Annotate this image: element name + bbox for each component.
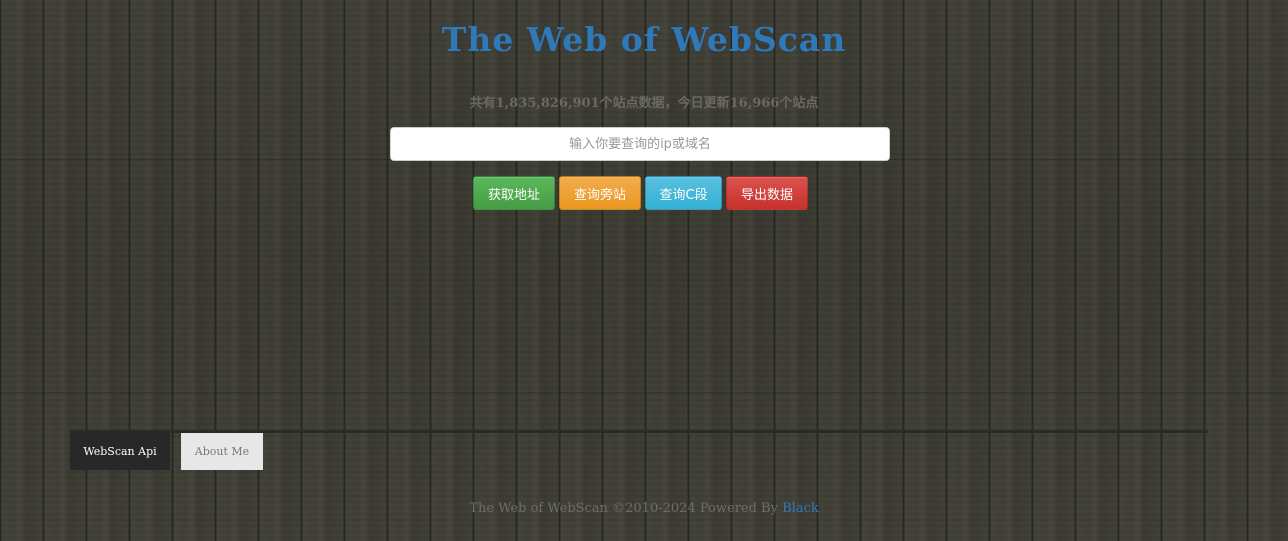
export-data-button[interactable]: 导出数据 [726, 176, 808, 210]
footer-tabs: WebScan Api About Me [70, 433, 263, 470]
author-link[interactable]: Black [782, 501, 819, 516]
get-address-button[interactable]: 获取地址 [473, 176, 555, 210]
page-title: The Web of WebScan [441, 20, 847, 59]
search-input[interactable] [390, 127, 890, 161]
action-buttons: 获取地址 查询旁站 查询C段 导出数据 [473, 176, 808, 210]
tab-about-me[interactable]: About Me [181, 433, 263, 470]
query-c-segment-button[interactable]: 查询C段 [645, 176, 722, 210]
query-sites-button[interactable]: 查询旁站 [559, 176, 641, 210]
site-stats-text: 共有1,835,826,901个站点数据，今日更新16,966个站点 [469, 96, 819, 111]
tab-webscan-api[interactable]: WebScan Api [70, 433, 170, 470]
copyright-text: The Web of WebScan ©2010-2024 Powered By [469, 501, 783, 516]
copyright: The Web of WebScan ©2010-2024 Powered By… [0, 501, 1288, 516]
